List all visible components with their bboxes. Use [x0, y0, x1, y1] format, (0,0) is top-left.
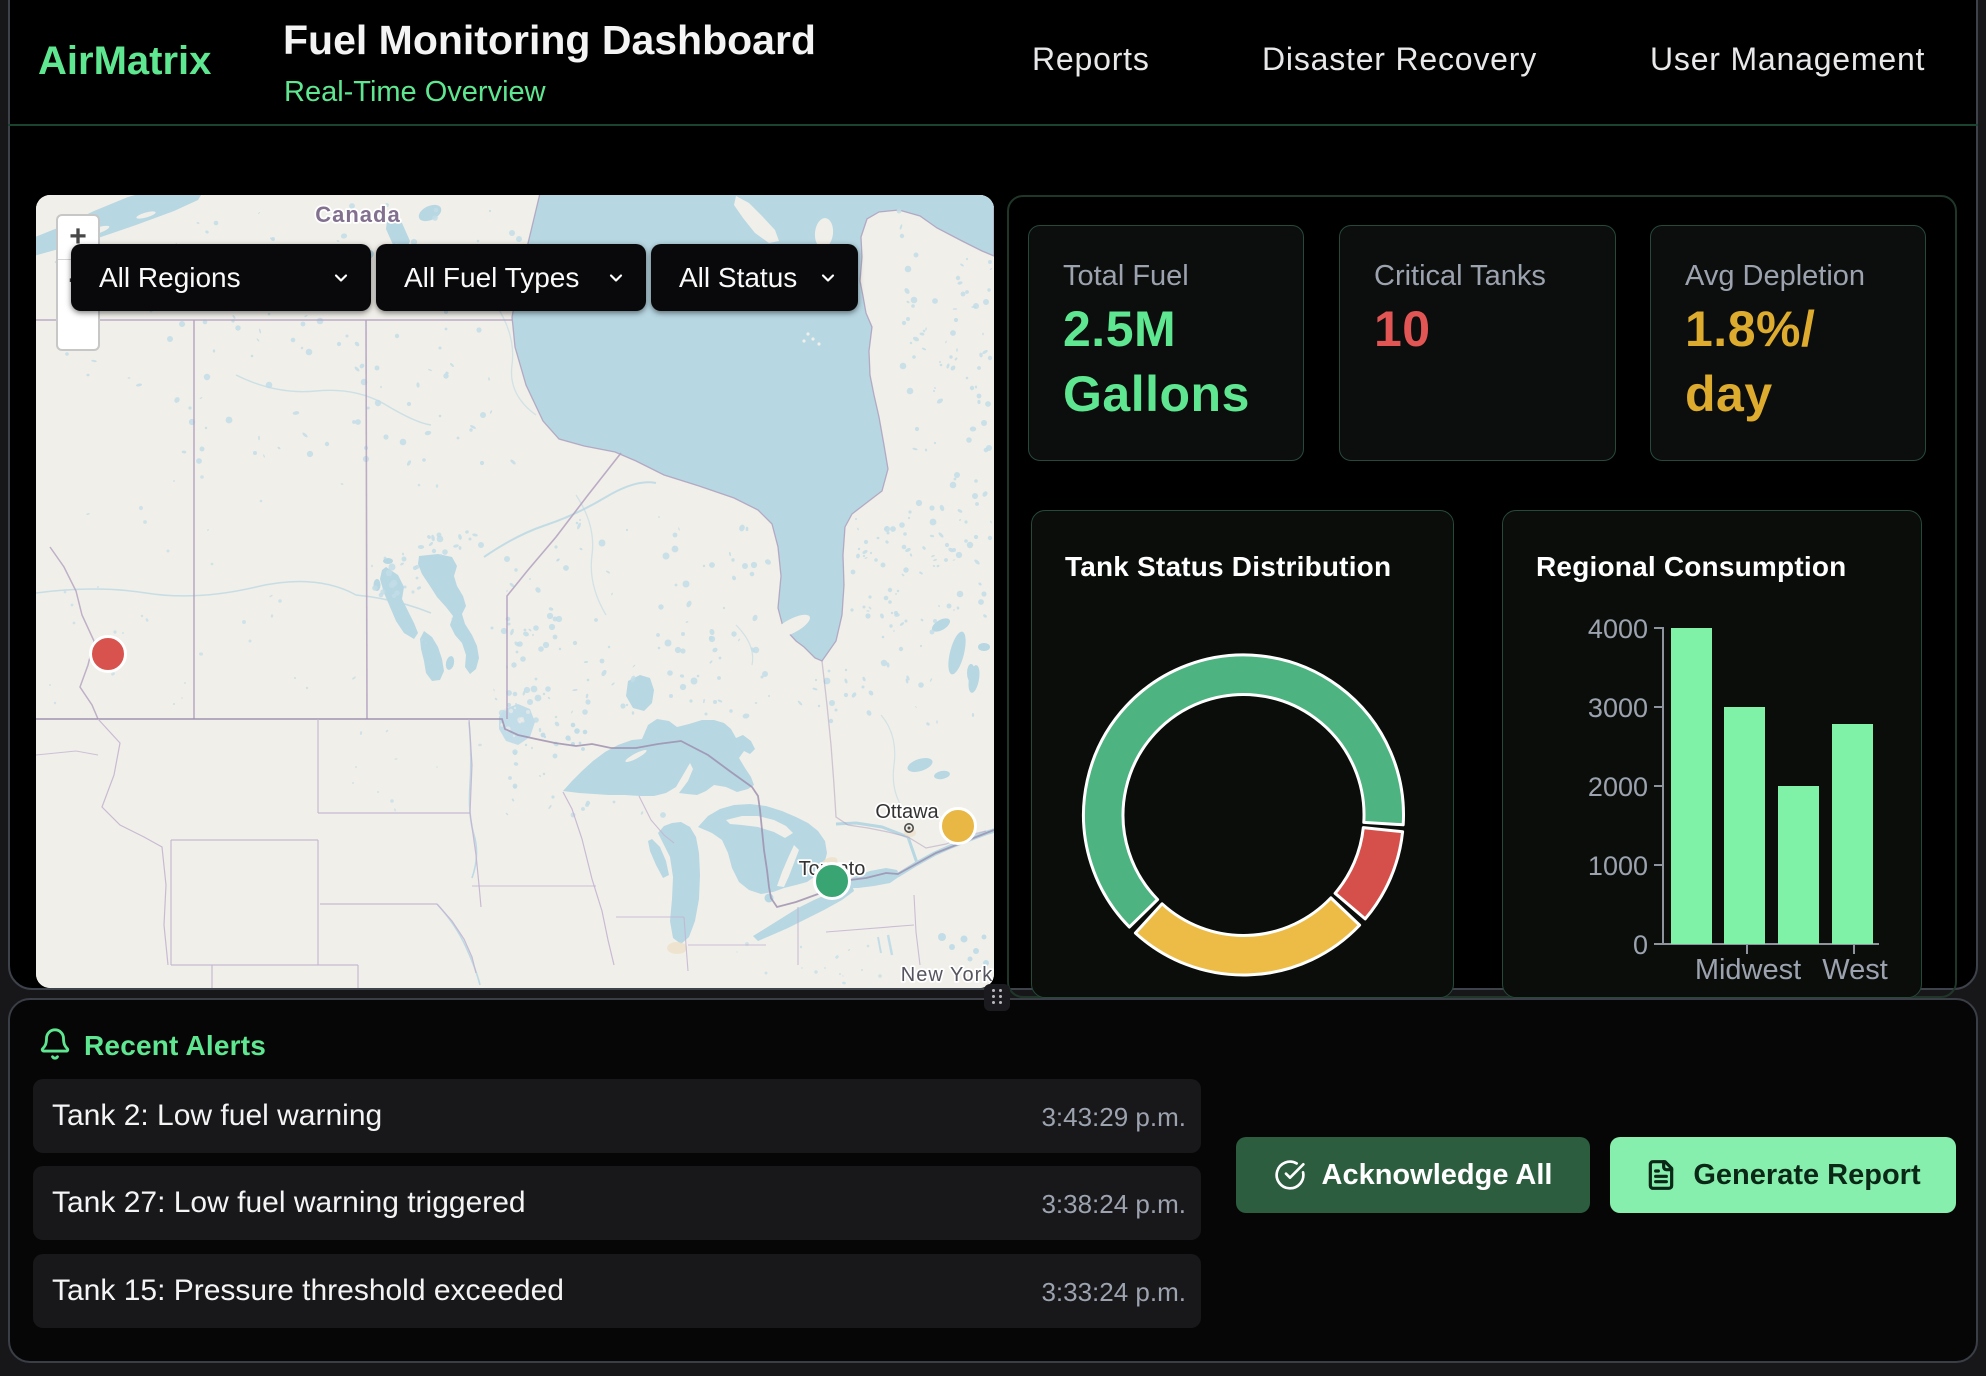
svg-text:New York: New York — [901, 964, 994, 986]
svg-text:4000: 4000 — [1588, 614, 1648, 644]
svg-text:Midwest: Midwest — [1695, 954, 1801, 986]
svg-text:Ottawa: Ottawa — [875, 801, 939, 823]
svg-text:Canada: Canada — [315, 202, 400, 227]
svg-text:West: West — [1822, 954, 1888, 986]
svg-text:3000: 3000 — [1588, 693, 1648, 723]
svg-text:0: 0 — [1633, 930, 1648, 960]
svg-text:1000: 1000 — [1588, 851, 1648, 881]
svg-text:2000: 2000 — [1588, 772, 1648, 802]
